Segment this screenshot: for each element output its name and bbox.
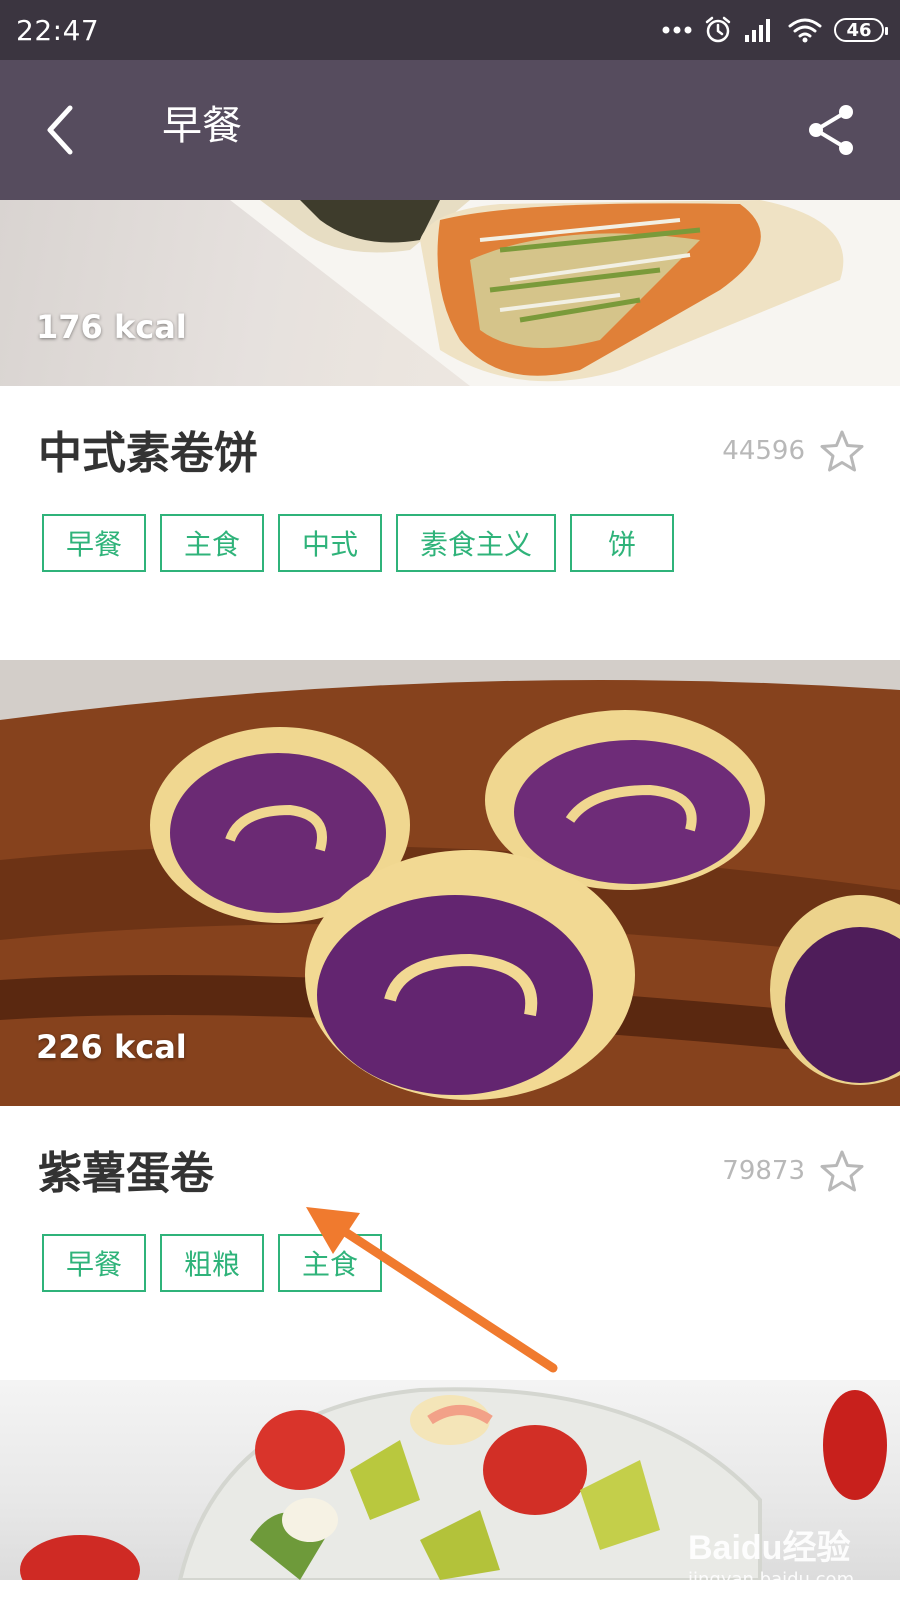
tag[interactable]: 粗粮 — [160, 1234, 265, 1292]
view-count: 79873 — [722, 1156, 805, 1186]
page-title: 早餐 — [162, 103, 242, 149]
signal-icon — [745, 19, 770, 42]
app-bar: 早餐 — [0, 60, 900, 200]
tag[interactable]: 饼 — [570, 514, 675, 572]
battery-icon: 46 — [834, 18, 888, 42]
watermark: Baidu经验 jingyan.baidu.com — [688, 1520, 854, 1590]
more-dots-icon — [662, 26, 692, 34]
tag-list: 早餐 粗粮 主食 — [42, 1234, 383, 1292]
watermark-logo: Baidu经验 — [688, 1529, 851, 1567]
recipe-list: 176 kcal 中式素卷饼 44596 早餐 主食 中式 素食主义 饼 226… — [0, 200, 900, 1600]
back-arrow-icon[interactable] — [40, 102, 84, 158]
star-icon[interactable] — [818, 428, 866, 476]
recipe-photo — [230, 200, 900, 386]
view-count: 44596 — [722, 436, 805, 466]
recipe-title: 中式素卷饼 — [38, 428, 258, 479]
status-bar: 22:47 46 — [0, 0, 900, 60]
share-icon[interactable] — [804, 102, 860, 158]
recipe-image[interactable]: 226 kcal — [0, 660, 900, 1106]
recipe-card[interactable]: 紫薯蛋卷 79873 早餐 粗粮 主食 — [0, 1106, 900, 1380]
star-icon[interactable] — [818, 1148, 866, 1196]
recipe-title: 紫薯蛋卷 — [38, 1148, 214, 1199]
tag[interactable]: 主食 — [160, 514, 265, 572]
tag[interactable]: 早餐 — [42, 514, 147, 572]
kcal-label: 176 kcal — [36, 308, 187, 346]
battery-level: 46 — [846, 19, 872, 41]
recipe-image[interactable]: 176 kcal — [0, 200, 900, 386]
status-icons: 46 — [662, 16, 888, 44]
tag[interactable]: 早餐 — [42, 1234, 147, 1292]
tag[interactable]: 素食主义 — [396, 514, 557, 572]
status-time: 22:47 — [16, 13, 100, 47]
tag-list: 早餐 主食 中式 素食主义 饼 — [42, 514, 675, 572]
tag[interactable]: 主食 — [278, 1234, 383, 1292]
recipe-card[interactable]: 中式素卷饼 44596 早餐 主食 中式 素食主义 饼 — [0, 386, 900, 660]
kcal-label: 226 kcal — [36, 1028, 187, 1066]
alarm-icon — [705, 16, 731, 43]
tag[interactable]: 中式 — [278, 514, 383, 572]
watermark-url: jingyan.baidu.com — [688, 1569, 855, 1590]
wifi-icon — [788, 18, 822, 43]
